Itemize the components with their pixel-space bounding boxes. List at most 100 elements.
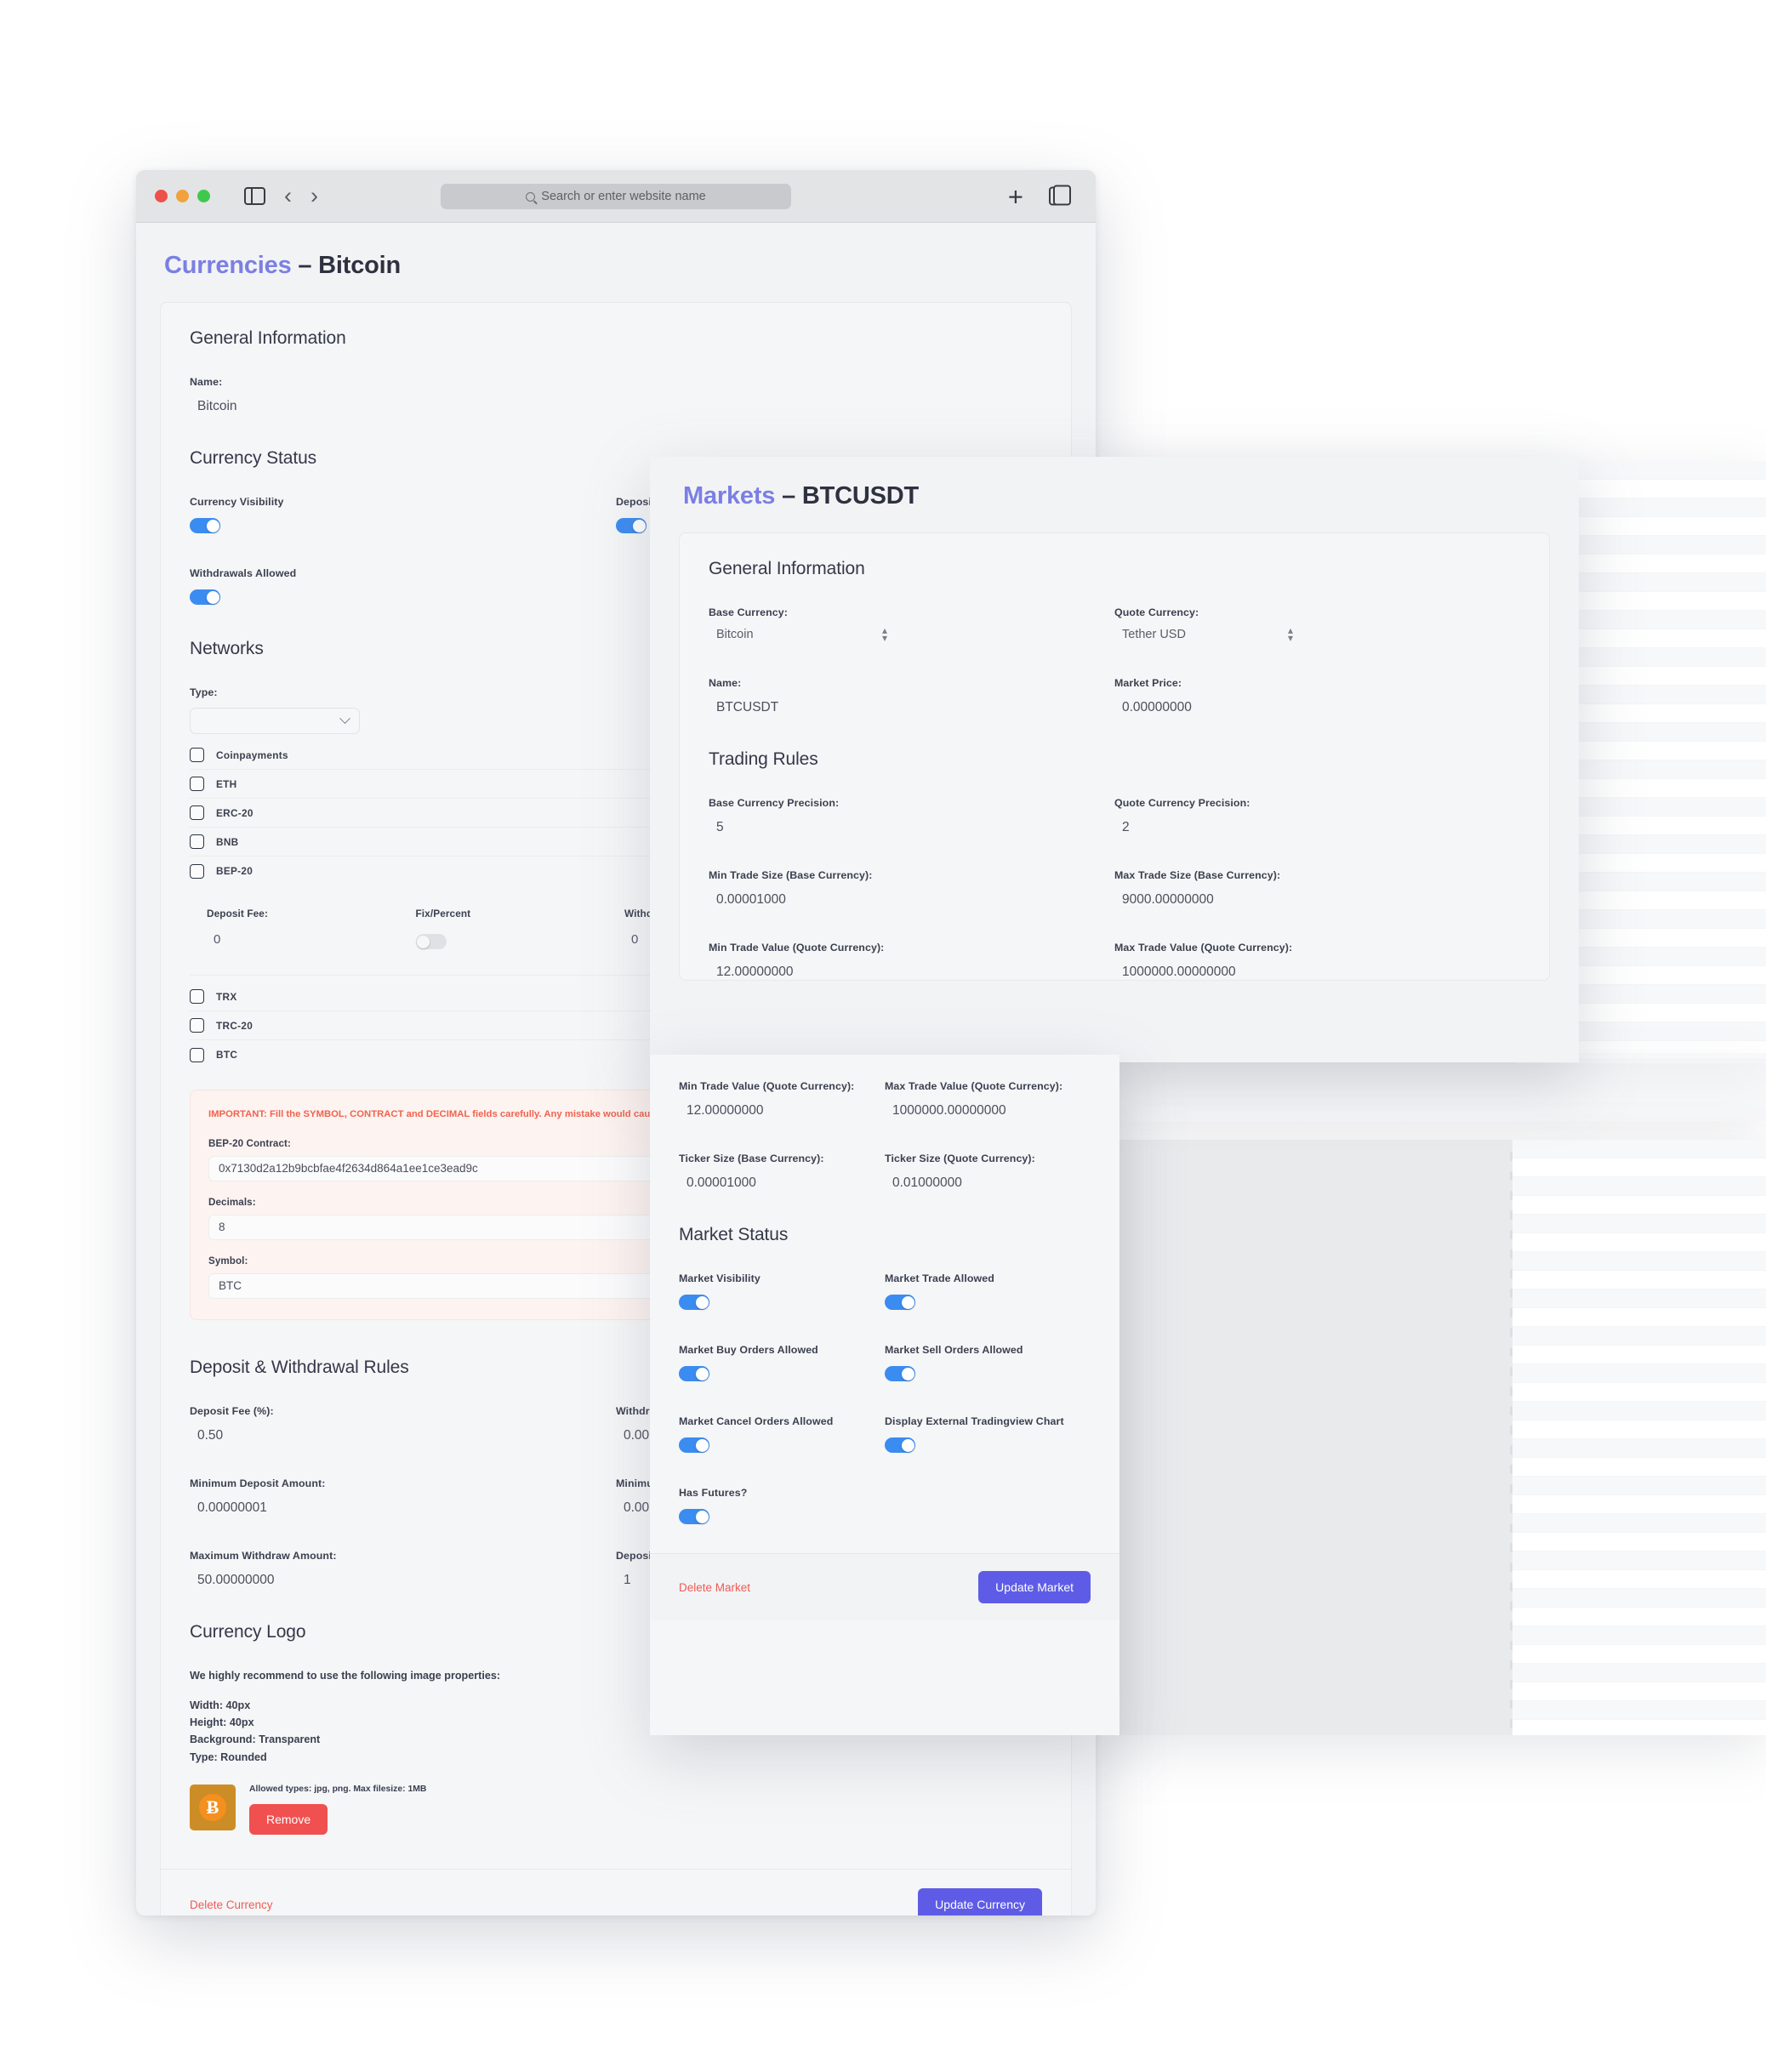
market-status-heading: Market Status [679, 1225, 789, 1244]
max-trade-value-value[interactable]: 1000000.00000000 [1114, 965, 1520, 980]
currency-visibility-label: Currency Visibility [190, 496, 284, 508]
ticker-size-base-value[interactable]: 0.00001000 [679, 1175, 885, 1191]
address-bar-placeholder: Search or enter website name [541, 190, 706, 203]
market-price-value[interactable]: 0.00000000 [1114, 700, 1520, 715]
markets-name-price-row: Name: BTCUSDT Market Price: 0.00000000 [709, 677, 1520, 715]
network-checkbox[interactable] [190, 863, 204, 879]
market-sell-orders-toggle[interactable] [885, 1366, 915, 1381]
deposit-fee-pct-value[interactable]: 0.50 [190, 1428, 616, 1443]
ticker-size-row: Ticker Size (Base Currency): 0.00001000 … [679, 1153, 1091, 1191]
network-checkbox[interactable] [190, 989, 204, 1004]
markets-card-top: General Information Base Currency: Bitco… [679, 532, 1550, 981]
quote-precision-value[interactable]: 2 [1114, 820, 1520, 835]
currency-visibility-toggle[interactable] [190, 518, 220, 533]
name-field-group: Name: Bitcoin [190, 376, 1042, 414]
min-trade-value-value-2[interactable]: 12.00000000 [679, 1103, 885, 1119]
min-deposit-value[interactable]: 0.00000001 [190, 1500, 616, 1516]
max-withdraw-value[interactable]: 50.00000000 [190, 1573, 616, 1588]
new-tab-icon[interactable]: + [1008, 183, 1023, 209]
market-cancel-orders-label: Market Cancel Orders Allowed [679, 1415, 834, 1427]
network-checkbox[interactable] [190, 748, 204, 762]
tab-overview-icon[interactable] [1049, 185, 1071, 206]
quote-currency-select[interactable]: Tether USD ▴ ▾ [1114, 625, 1293, 643]
markets-general-information-heading: General Information [709, 559, 865, 578]
network-type-select[interactable] [190, 708, 360, 734]
delete-currency-button[interactable]: Delete Currency [190, 1898, 273, 1911]
max-trade-value-value-2[interactable]: 1000000.00000000 [885, 1103, 1091, 1119]
market-visibility-toggle[interactable] [679, 1295, 709, 1310]
market-trade-allowed-toggle[interactable] [885, 1295, 915, 1310]
background-row [1512, 1645, 1766, 1664]
trading-rules-row-3: Min Trade Value (Quote Currency): 12.000… [709, 942, 1520, 980]
has-futures-toggle[interactable] [679, 1509, 709, 1524]
deposit-fee-value[interactable]: 0 [207, 932, 416, 947]
market-visibility-group: Market Visibility [679, 1272, 885, 1310]
max-trade-value-label-2: Max Trade Value (Quote Currency): [885, 1080, 1063, 1092]
base-currency-select[interactable]: Bitcoin ▴ ▾ [709, 625, 887, 643]
address-bar[interactable]: Search or enter website name [441, 184, 791, 209]
background-window-2 [1099, 1053, 1766, 1121]
quote-currency-label: Quote Currency: [1114, 606, 1199, 618]
market-buy-orders-group: Market Buy Orders Allowed [679, 1344, 885, 1381]
background-row [1512, 1252, 1766, 1271]
markets-title-subject: BTCUSDT [801, 482, 920, 509]
network-label: BTC [216, 1049, 238, 1061]
currency-logo-preview: Ƀ [190, 1785, 236, 1831]
deposit-fee-group: Deposit Fee: 0 [207, 908, 416, 947]
market-buy-orders-toggle[interactable] [679, 1366, 709, 1381]
max-trade-size-value[interactable]: 9000.00000000 [1114, 892, 1520, 908]
network-checkbox[interactable] [190, 805, 204, 820]
remove-logo-button[interactable]: Remove [249, 1804, 328, 1836]
sidebar-toggle-icon[interactable] [244, 187, 265, 205]
market-cancel-orders-toggle[interactable] [679, 1437, 709, 1453]
forward-icon[interactable]: › [310, 185, 318, 208]
update-market-button[interactable]: Update Market [978, 1571, 1091, 1603]
markets-window-continued: Min Trade Value (Quote Currency): 12.000… [650, 1055, 1119, 1735]
tradingview-chart-toggle[interactable] [885, 1437, 915, 1453]
network-checkbox[interactable] [190, 1018, 204, 1033]
network-label: TRX [216, 990, 237, 1003]
back-icon[interactable]: ‹ [284, 185, 292, 208]
network-checkbox[interactable] [190, 1047, 204, 1062]
deposit-fixpercent-toggle[interactable] [415, 934, 447, 949]
min-trade-value-value[interactable]: 12.00000000 [709, 965, 1114, 980]
background-row [1512, 1589, 1766, 1608]
max-trade-value-group-2: Max Trade Value (Quote Currency): 100000… [885, 1080, 1091, 1119]
minimize-window-icon[interactable] [176, 190, 189, 202]
deposit-fixpercent-label: Fix/Percent [415, 908, 471, 919]
update-currency-button[interactable]: Update Currency [918, 1888, 1042, 1915]
base-precision-value[interactable]: 5 [709, 820, 1114, 835]
name-value[interactable]: Bitcoin [190, 399, 1042, 414]
ticker-size-quote-value[interactable]: 0.01000000 [885, 1175, 1091, 1191]
market-name-value[interactable]: BTCUSDT [709, 700, 1114, 715]
base-precision-group: Base Currency Precision: 5 [709, 797, 1114, 835]
background-row [1512, 1233, 1766, 1252]
logo-upload-area: Ƀ Allowed types: jpg, png. Max filesize:… [190, 1785, 1042, 1869]
min-deposit-group: Minimum Deposit Amount: 0.00000001 [190, 1477, 616, 1516]
network-checkbox[interactable] [190, 777, 204, 791]
ticker-size-base-label: Ticker Size (Base Currency): [679, 1153, 824, 1164]
withdrawals-allowed-label: Withdrawals Allowed [190, 567, 297, 579]
background-row [1512, 1177, 1766, 1196]
market-price-label: Market Price: [1114, 676, 1182, 689]
has-futures-group: Has Futures? [679, 1487, 885, 1524]
close-window-icon[interactable] [155, 190, 168, 202]
network-checkbox[interactable] [190, 834, 204, 849]
markets-title-accent: Markets [683, 482, 776, 509]
currency-visibility-group: Currency Visibility [190, 496, 616, 533]
withdrawals-allowed-group: Withdrawals Allowed [190, 567, 616, 605]
market-name-group: Name: BTCUSDT [709, 677, 1114, 715]
min-trade-size-value[interactable]: 0.00001000 [709, 892, 1114, 908]
min-trade-size-label: Min Trade Size (Base Currency): [709, 868, 873, 881]
maximize-window-icon[interactable] [197, 190, 210, 202]
window-controls[interactable] [155, 190, 210, 202]
withdrawals-allowed-toggle[interactable] [190, 589, 220, 605]
market-sell-orders-group: Market Sell Orders Allowed [885, 1344, 1091, 1381]
max-withdraw-label: Maximum Withdraw Amount: [190, 1549, 337, 1562]
chevron-down-icon [339, 713, 350, 725]
market-sell-orders-label: Market Sell Orders Allowed [885, 1344, 1023, 1356]
search-icon [526, 191, 536, 202]
deposits-allowed-toggle[interactable] [616, 518, 647, 533]
delete-market-button[interactable]: Delete Market [679, 1581, 750, 1594]
